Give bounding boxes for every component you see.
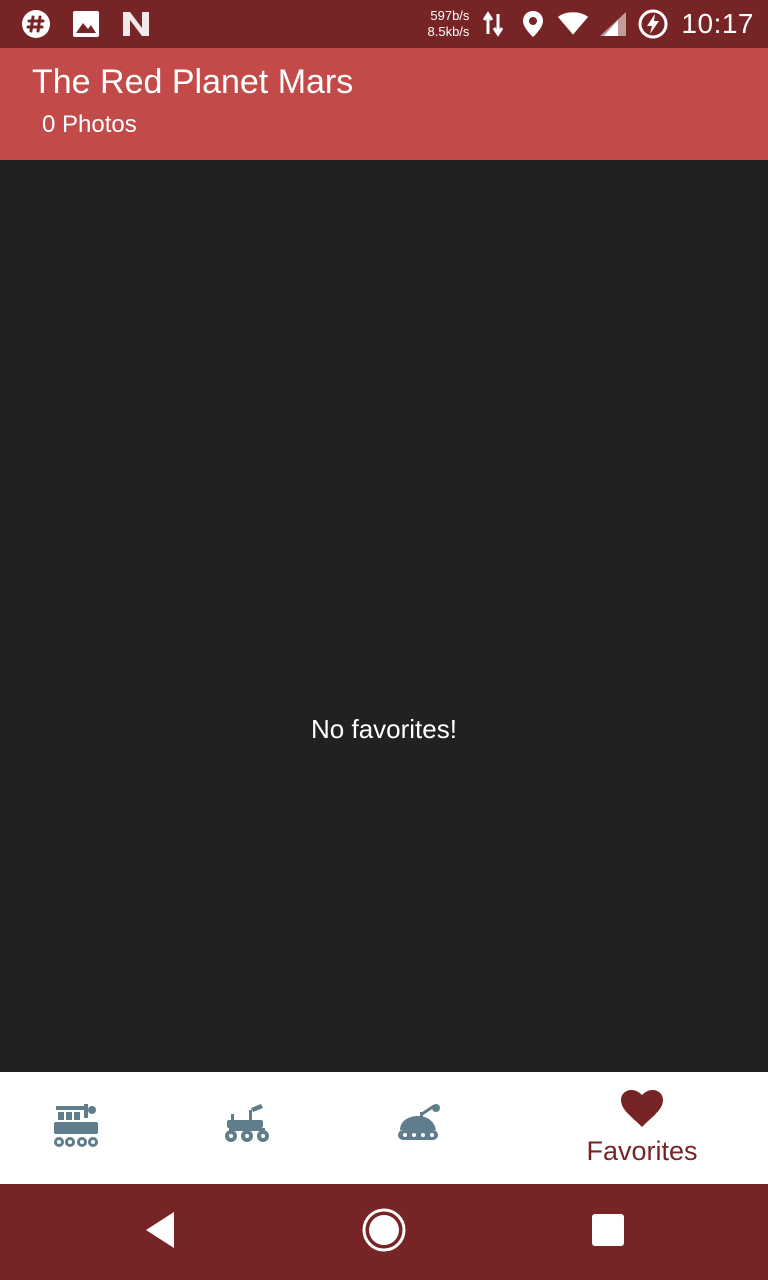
tab-spirit[interactable] [372,1072,468,1184]
tab-opportunity[interactable] [199,1072,295,1184]
favorites-content: No favorites! [0,160,768,1072]
spirit-rover-icon [394,1103,446,1153]
back-icon [142,1210,178,1255]
app-bar: The Red Planet Mars 0 Photos [0,48,768,160]
heart-icon [621,1089,663,1133]
location-icon [517,8,549,40]
tab-favorites-label: Favorites [586,1135,698,1166]
home-icon [361,1207,407,1258]
wifi-icon [557,8,589,40]
empty-state-message: No favorites! [311,714,457,744]
data-transfer-icon [477,8,509,40]
upload-speed: 597b/s [430,8,470,23]
clock: 10:17 [681,8,754,39]
recents-button[interactable] [584,1208,632,1256]
download-speed: 8.5kb/s [427,24,470,39]
opportunity-rover-icon [221,1103,273,1153]
signal-icon [597,8,629,40]
slack-icon [20,8,52,40]
photo-count: 0 Photos [42,111,137,138]
home-button[interactable] [360,1208,408,1256]
bottom-navigation: Favorites [0,1072,768,1184]
back-button[interactable] [136,1208,184,1256]
system-navigation-bar [0,1184,768,1280]
page-title: The Red Planet Mars [32,63,354,101]
curiosity-rover-icon [50,1100,102,1157]
battery-saver-icon [637,8,669,40]
network-speed: 597b/s 8.5kb/s [428,8,470,40]
tab-favorites[interactable]: Favorites [560,1072,724,1184]
tab-curiosity[interactable] [28,1072,124,1184]
n-logo-icon [120,8,152,40]
image-icon [70,8,102,40]
recents-icon [591,1213,625,1252]
status-bar: 597b/s 8.5kb/s 10:17 [0,0,768,48]
